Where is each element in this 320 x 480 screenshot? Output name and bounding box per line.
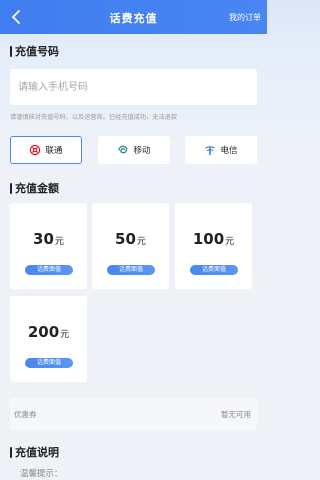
header-bar: 话费充值 我的订单 (0, 0, 267, 34)
amount-value: 100元 (192, 230, 235, 248)
phone-section-label: 充值号码 (15, 45, 59, 58)
amount-option-50[interactable]: 50元 话费面值 (92, 203, 169, 289)
carrier-label-telecom: 电信 (220, 146, 238, 156)
coupon-row[interactable]: 优惠券 暂无可用 (10, 398, 257, 430)
section-marker (10, 182, 12, 194)
coupon-value: 暂无可用 (221, 410, 251, 419)
my-orders-link[interactable]: 我的订单 (229, 12, 261, 23)
phone-number-input[interactable] (10, 69, 257, 105)
face-value-tag: 话费面值 (25, 265, 73, 275)
amount-value: 200元 (27, 323, 70, 341)
refund-note: 请谨慎核对充值号码，以及运营商。已经充值成功，无法退款 (10, 114, 178, 121)
china-unicom-icon (30, 144, 41, 156)
face-value-tag: 话费面值 (25, 358, 73, 368)
section-marker (10, 45, 12, 57)
instructions-section-title: 充值说明 (10, 444, 59, 460)
china-telecom-icon (205, 146, 216, 155)
amount-value: 50元 (115, 230, 146, 248)
china-mobile-icon (118, 145, 128, 154)
carrier-option-telecom[interactable]: 电信 (185, 136, 257, 164)
face-value-tag: 话费面值 (107, 265, 155, 275)
carrier-label-mobile: 移动 (133, 146, 151, 156)
carrier-option-unicom[interactable]: 联通 (10, 136, 82, 164)
carrier-label-unicom: 联通 (45, 146, 63, 156)
amount-option-200[interactable]: 200元 话费面值 (10, 296, 87, 382)
coupon-label: 优惠券 (14, 410, 37, 419)
instructions-section-label: 充值说明 (15, 446, 59, 459)
page-title: 话费充值 (109, 12, 158, 25)
section-marker (10, 446, 12, 458)
face-value-tag: 话费面值 (190, 265, 238, 275)
carrier-option-mobile[interactable]: 移动 (98, 136, 170, 164)
amount-value: 30元 (33, 230, 64, 248)
phone-section-title: 充值号码 (10, 43, 59, 59)
amount-option-30[interactable]: 30元 话费面值 (10, 203, 87, 289)
amount-option-100[interactable]: 100元 话费面值 (175, 203, 252, 289)
tip-label: 温馨提示： (20, 469, 63, 479)
amount-section-label: 充值金额 (15, 182, 59, 195)
amount-section-title: 充值金额 (10, 180, 59, 196)
